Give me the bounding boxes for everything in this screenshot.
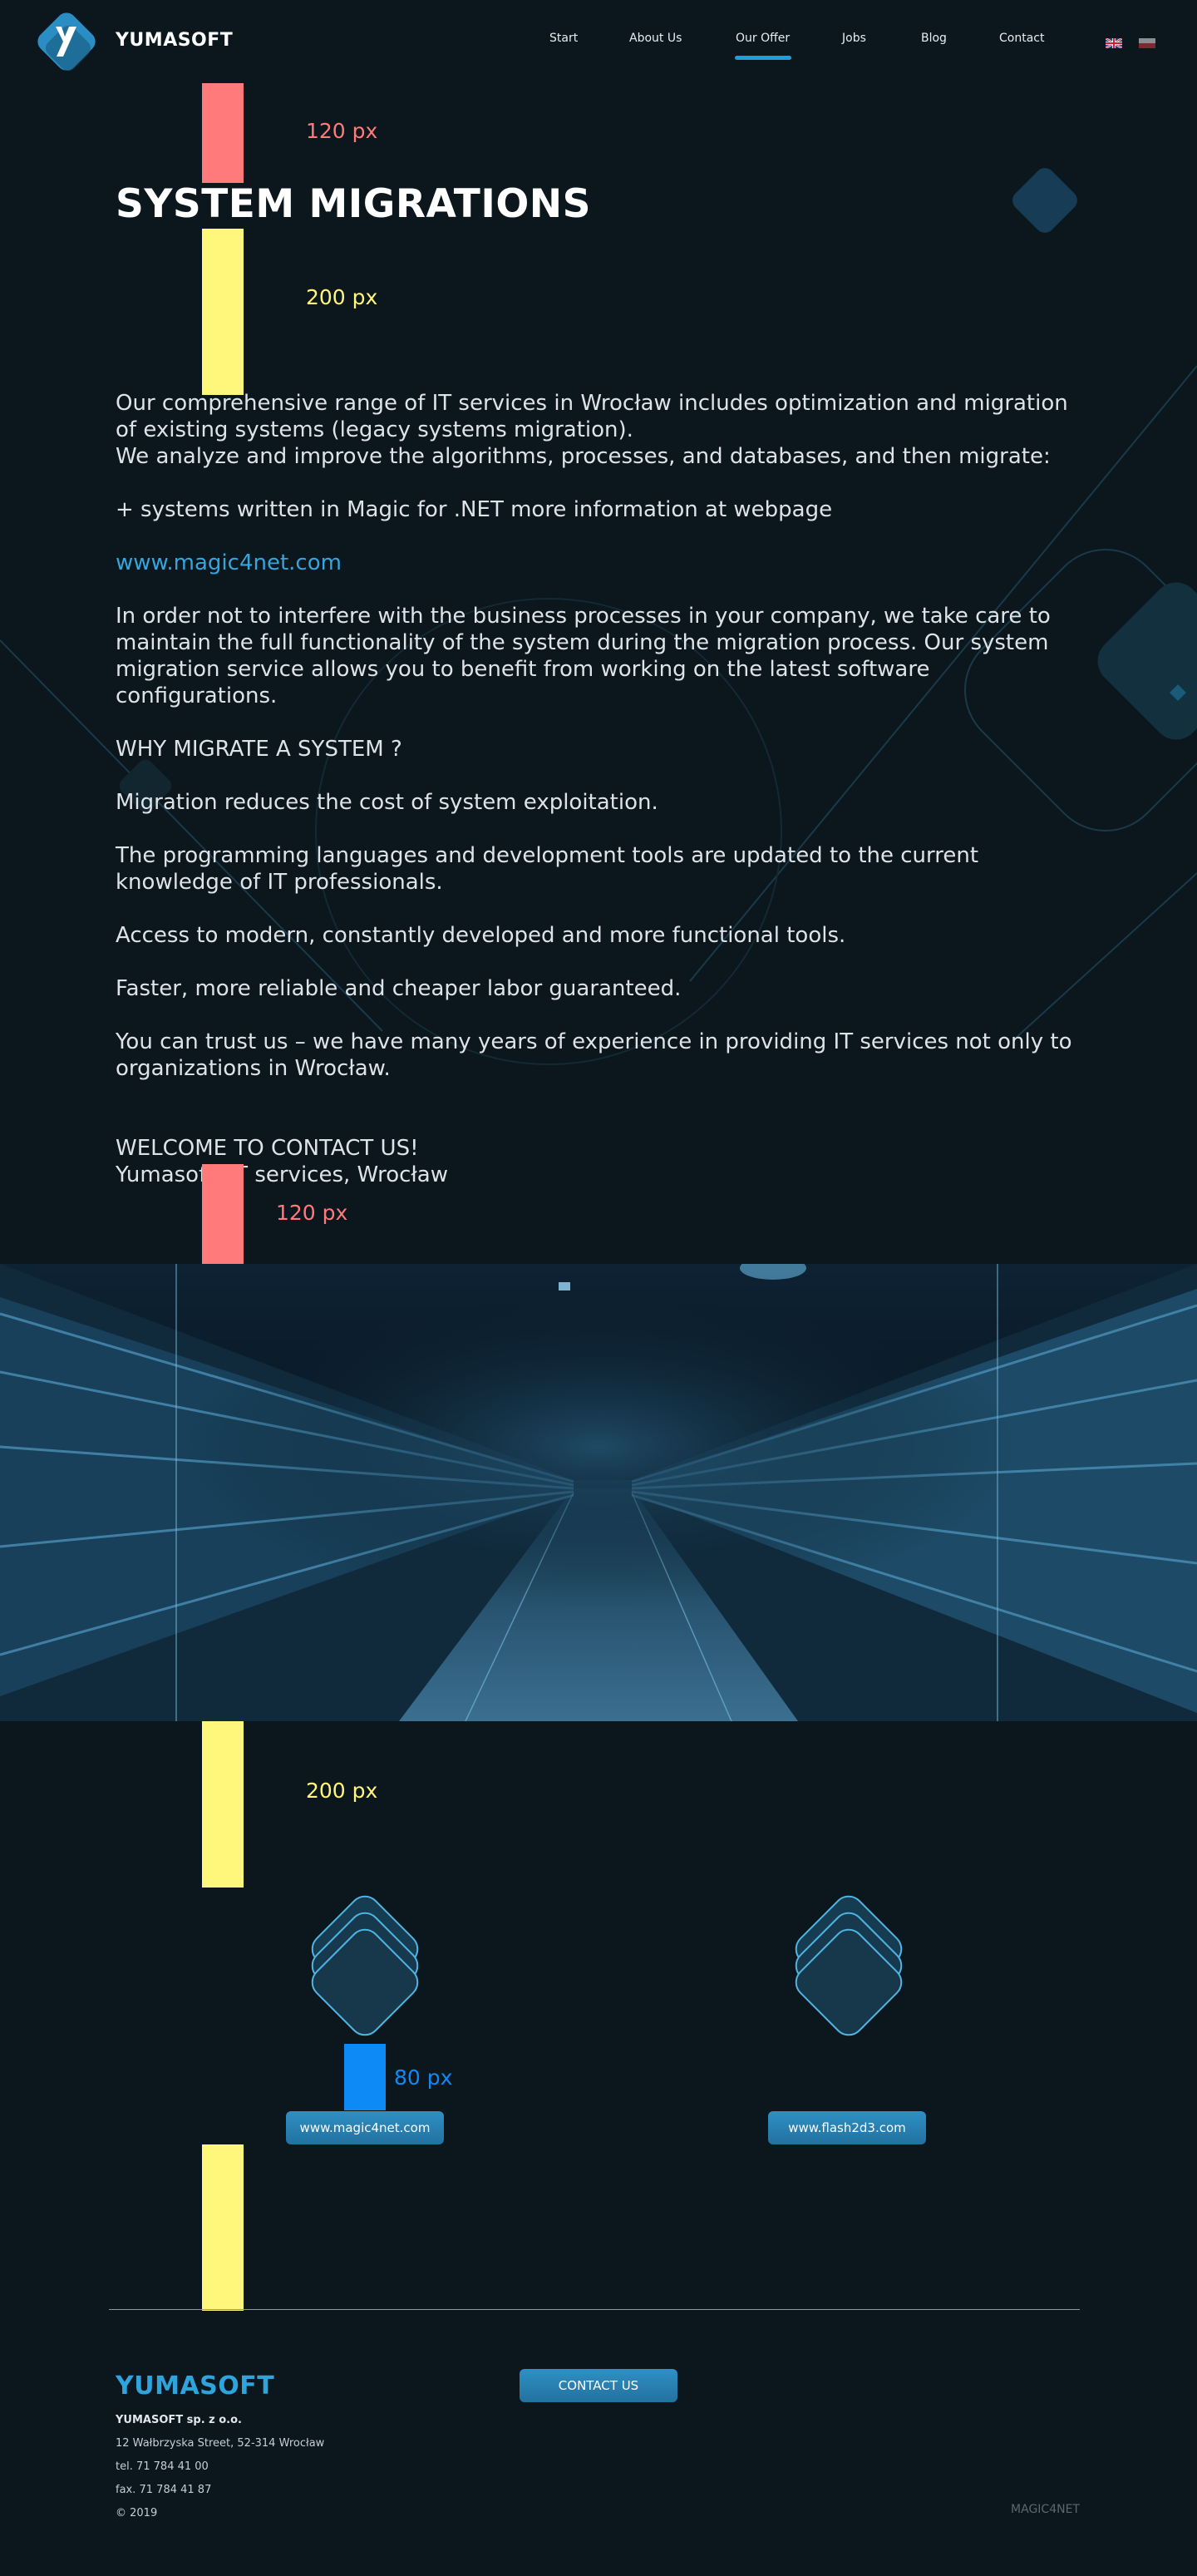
magic4net-button[interactable]: www.magic4net.com	[286, 2111, 444, 2144]
site-header: YUMASOFT Start About Us Our Offer Jobs B…	[0, 0, 1197, 83]
paragraph-tools: Access to modern, constantly developed a…	[116, 923, 846, 948]
footer-company: YUMASOFT sp. z o.o.	[116, 2414, 242, 2426]
data-center-photo	[0, 1264, 1197, 1721]
spacing-marker-yellow	[202, 229, 244, 395]
main-nav: Start About Us Our Offer Jobs Blog Conta…	[0, 32, 1197, 65]
page-title: SYSTEM MIGRATIONS	[116, 181, 591, 227]
spacing-marker-label: 120 px	[276, 1201, 348, 1225]
spacing-marker-red	[202, 83, 244, 183]
nav-jobs[interactable]: Jobs	[842, 32, 866, 45]
signature-text: Yumasoft, IT services, Wrocław	[116, 1162, 448, 1187]
nav-our-offer[interactable]: Our Offer	[736, 32, 790, 45]
spacing-marker-label: 80 px	[394, 2065, 453, 2090]
footer-brand[interactable]: YUMASOFT	[116, 2371, 274, 2401]
flash2d3-button[interactable]: www.flash2d3.com	[768, 2111, 926, 2144]
paragraph-intro-2: We analyze and improve the algorithms, p…	[116, 444, 1051, 469]
footer-fax: fax. 71 784 41 87	[116, 2484, 212, 2496]
paragraph-intro: Our comprehensive range of IT services i…	[116, 391, 1068, 442]
paragraph-trust: You can trust us – we have many years of…	[116, 1029, 1072, 1081]
paragraph-cost: Migration reduces the cost of system exp…	[116, 790, 658, 815]
spacing-marker-blue	[344, 2044, 386, 2110]
magic4net-link[interactable]: www.magic4net.com	[116, 550, 342, 575]
spacing-marker-yellow	[202, 1721, 244, 1888]
heading-why-migrate: WHY MIGRATE A SYSTEM ?	[116, 737, 402, 762]
contact-us-button[interactable]: CONTACT US	[520, 2369, 677, 2402]
magic4net-logo-icon[interactable]	[298, 1883, 431, 2049]
nav-about-us[interactable]: About Us	[629, 32, 682, 45]
nav-blog[interactable]: Blog	[921, 32, 947, 45]
footer-copyright: © 2019	[116, 2507, 158, 2519]
footer-divider	[109, 2309, 1080, 2310]
nav-active-indicator	[735, 56, 791, 60]
paragraph-magic: + systems written in Magic for .NET more…	[116, 497, 833, 522]
spacing-marker-label: 200 px	[306, 285, 378, 309]
article-body: Our comprehensive range of IT services i…	[116, 390, 1084, 1188]
footer-address: 12 Wałbrzyska Street, 52-314 Wrocław	[116, 2437, 325, 2450]
nav-start[interactable]: Start	[549, 32, 578, 45]
nav-contact[interactable]: Contact	[999, 32, 1044, 45]
spacing-marker-label: 200 px	[306, 1779, 378, 1803]
paragraph-languages: The programming languages and developmen…	[116, 843, 979, 895]
footer-phone: tel. 71 784 41 00	[116, 2460, 209, 2473]
spacing-marker-label: 120 px	[306, 119, 378, 143]
flag-uk-icon[interactable]	[1106, 38, 1122, 48]
spacing-marker-red	[202, 1164, 244, 1264]
paragraph-labor: Faster, more reliable and cheaper labor …	[116, 976, 682, 1001]
spacing-marker-yellow	[202, 2144, 244, 2311]
flag-pl-icon[interactable]	[1139, 38, 1155, 48]
welcome-text: WELCOME TO CONTACT US!	[116, 1136, 419, 1161]
flash2d3-logo-icon[interactable]	[782, 1883, 915, 2049]
footer-credit[interactable]: MAGIC4NET	[964, 2503, 1080, 2516]
paragraph-process: In order not to interfere with the busin…	[116, 604, 1051, 708]
